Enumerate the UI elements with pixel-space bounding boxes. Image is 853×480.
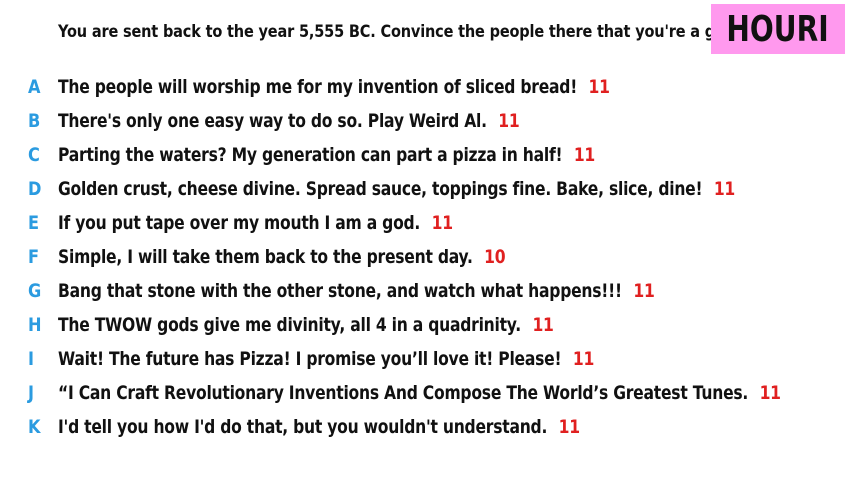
response-letter: I (28, 348, 35, 370)
response-text: Parting the waters? My generation can pa… (58, 144, 563, 166)
response-row: E If you put tape over my mouth I am a g… (0, 206, 853, 240)
response-line: “I Can Craft Revolutionary Inventions An… (58, 382, 781, 404)
contestant-name: HOURI (726, 8, 830, 50)
response-line: The people will worship me for my invent… (58, 76, 610, 98)
response-letter: G (28, 280, 42, 302)
response-text: The TWOW gods give me divinity, all 4 in… (58, 314, 521, 336)
response-row: H The TWOW gods give me divinity, all 4 … (0, 308, 853, 342)
response-line: If you put tape over my mouth I am a god… (58, 212, 453, 234)
response-line: The TWOW gods give me divinity, all 4 in… (58, 314, 554, 336)
response-text: If you put tape over my mouth I am a god… (58, 212, 421, 234)
response-line: Wait! The future has Pizza! I promise yo… (58, 348, 594, 370)
response-line: Simple, I will take them back to the pre… (58, 246, 506, 268)
response-row: G Bang that stone with the other stone, … (0, 274, 853, 308)
response-row: B There's only one easy way to do so. Pl… (0, 104, 853, 138)
word-count: 11 (633, 280, 655, 302)
contestant-name-badge: HOURI (711, 4, 845, 54)
response-letter: E (28, 212, 40, 234)
response-text: I'd tell you how I'd do that, but you wo… (58, 416, 548, 438)
word-count: 11 (713, 178, 736, 200)
response-text: Golden crust, cheese divine. Spread sauc… (58, 178, 703, 200)
prompt-text: You are sent back to the year 5,555 BC. … (58, 22, 741, 41)
response-letter: J (28, 382, 35, 404)
response-text: Bang that stone with the other stone, an… (58, 280, 622, 302)
response-letter: D (28, 178, 42, 200)
response-letter: K (28, 416, 41, 438)
response-letter: B (28, 110, 41, 132)
response-letter: C (28, 144, 40, 166)
response-row: A The people will worship me for my inve… (0, 70, 853, 104)
response-text: “I Can Craft Revolutionary Inventions An… (58, 382, 749, 404)
response-line: I'd tell you how I'd do that, but you wo… (58, 416, 580, 438)
response-line: Parting the waters? My generation can pa… (58, 144, 595, 166)
response-line: Bang that stone with the other stone, an… (58, 280, 655, 302)
word-count: 11 (532, 314, 554, 336)
response-list: A The people will worship me for my inve… (0, 70, 853, 444)
word-count: 11 (558, 416, 580, 438)
response-row: F Simple, I will take them back to the p… (0, 240, 853, 274)
response-text: Wait! The future has Pizza! I promise yo… (58, 348, 562, 370)
response-row: J “I Can Craft Revolutionary Inventions … (0, 376, 853, 410)
word-count: 11 (573, 144, 596, 166)
response-row: D Golden crust, cheese divine. Spread sa… (0, 172, 853, 206)
response-text: Simple, I will take them back to the pre… (58, 246, 473, 268)
response-text: There's only one easy way to do so. Play… (58, 110, 487, 132)
word-count: 11 (572, 348, 595, 370)
response-line: There's only one easy way to do so. Play… (58, 110, 520, 132)
word-count: 11 (588, 76, 610, 98)
response-line: Golden crust, cheese divine. Spread sauc… (58, 178, 735, 200)
response-row: I Wait! The future has Pizza! I promise … (0, 342, 853, 376)
response-row: C Parting the waters? My generation can … (0, 138, 853, 172)
response-text: The people will worship me for my invent… (58, 76, 578, 98)
word-count: 10 (484, 246, 506, 268)
response-letter: F (28, 246, 40, 268)
response-letter: H (28, 314, 42, 336)
word-count: 11 (759, 382, 781, 404)
response-row: K I'd tell you how I'd do that, but you … (0, 410, 853, 444)
word-count: 11 (431, 212, 453, 234)
word-count: 11 (498, 110, 520, 132)
response-letter: A (28, 76, 41, 98)
